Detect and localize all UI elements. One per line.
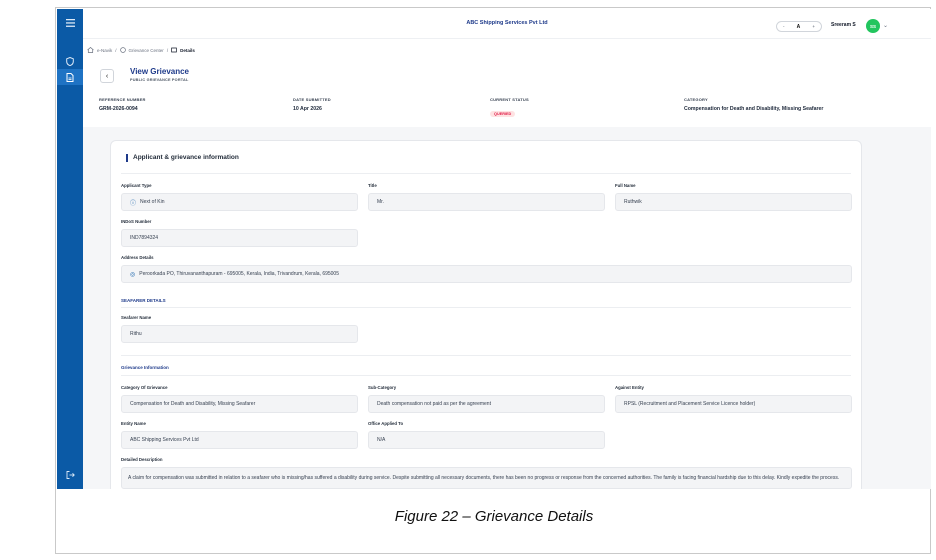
applicant-info-card: Applicant & grievance information Applic… xyxy=(110,140,862,489)
seafarer-name-label: Seafarer Name xyxy=(121,315,152,320)
reference-value: GRM-2026-0094 xyxy=(99,106,138,112)
office-label: Office Applied To xyxy=(368,421,404,426)
applicant-type-field: ⓘ Next of Kin xyxy=(121,193,358,211)
avatar[interactable]: SS xyxy=(866,19,880,33)
seafarer-name-field: Rithu xyxy=(121,325,358,343)
description-label: Detailed Description xyxy=(121,457,163,462)
divider xyxy=(121,375,851,376)
entity-name-label: Entity Name xyxy=(121,421,146,426)
breadcrumb-home[interactable]: e-Navik xyxy=(97,48,112,53)
divider xyxy=(121,173,851,174)
category-value: Compensation for Death and Disability, M… xyxy=(684,106,824,112)
category-label: CATEGORY xyxy=(684,97,708,102)
page-subtitle: PUBLIC GRIEVANCE PORTAL xyxy=(130,78,189,82)
status-summary: CURRENT STATUS QUERIED xyxy=(490,97,529,120)
font-size-control[interactable]: - A + xyxy=(776,21,822,32)
indos-field: IND7894324 xyxy=(121,229,358,247)
indos-label: INDoS Number xyxy=(121,219,152,224)
home-icon xyxy=(87,47,94,54)
seafarer-section-heading: SEAFARER DETAILS xyxy=(121,298,166,303)
description-field: A claim for compensation was submitted i… xyxy=(121,467,852,489)
back-button[interactable]: ‹ xyxy=(100,69,114,83)
menu-icon[interactable] xyxy=(57,15,83,31)
location-pin-icon: ◎ xyxy=(130,271,136,278)
breadcrumb-separator: / xyxy=(166,48,169,53)
document-icon[interactable] xyxy=(57,69,83,85)
full-name-field: Ruthwik xyxy=(615,193,852,211)
chevron-left-icon: ‹ xyxy=(105,72,109,80)
figure-caption: Figure 22 – Grievance Details xyxy=(394,508,594,525)
content-panel: Applicant & grievance information Applic… xyxy=(83,127,931,489)
font-increase-button[interactable]: + xyxy=(812,24,815,29)
against-entity-label: Against Entity xyxy=(615,385,644,390)
chevron-down-icon[interactable]: ⌄ xyxy=(883,22,888,29)
user-name[interactable]: Sreeram S xyxy=(831,22,856,28)
date-summary: DATE SUBMITTED 10 Apr 2026 xyxy=(293,97,331,112)
font-reset-button[interactable]: A xyxy=(797,24,801,30)
address-field: ◎ Peroorkada PO, Thiruvananthapuram - 69… xyxy=(121,265,852,283)
breadcrumb-current: Details xyxy=(180,48,195,53)
office-field: N/A xyxy=(368,431,605,449)
shield-icon[interactable] xyxy=(57,53,83,69)
title-field: Mr. xyxy=(368,193,605,211)
full-name-label: Full Name xyxy=(615,183,636,188)
date-value: 10 Apr 2026 xyxy=(293,106,322,112)
details-icon xyxy=(171,47,177,54)
info-icon: ⓘ xyxy=(130,200,137,207)
reference-label: REFERENCE NUMBER xyxy=(99,97,146,102)
font-decrease-button[interactable]: - xyxy=(783,24,785,29)
against-entity-field: RPSL (Recruitment and Placement Service … xyxy=(615,395,852,413)
entity-name-field: ABC Shipping Services Pvt Ltd xyxy=(121,431,358,449)
status-badge: QUERIED xyxy=(490,111,516,117)
subcategory-label: Sub-Category xyxy=(368,385,397,390)
breadcrumb: e-Navik / Grievance Center / Details xyxy=(87,47,195,54)
category-summary: CATEGORY Compensation for Death and Disa… xyxy=(684,97,823,112)
app-screenshot: ABC Shipping Services Pvt Ltd - A + Sree… xyxy=(57,9,931,489)
address-label: Address Details xyxy=(121,255,154,260)
breadcrumb-grievance-center[interactable]: Grievance Center xyxy=(129,48,164,53)
subcategory-field: Death compensation not paid as per the a… xyxy=(368,395,605,413)
date-label: DATE SUBMITTED xyxy=(293,97,331,102)
address-value: Peroorkada PO, Thiruvananthapuram - 6950… xyxy=(139,271,339,277)
applicant-type-value: Next of Kin xyxy=(140,199,165,205)
category-field: Compensation for Death and Disability, M… xyxy=(121,395,358,413)
figure-frame: ABC Shipping Services Pvt Ltd - A + Sree… xyxy=(55,7,931,554)
breadcrumb-separator: / xyxy=(115,48,117,53)
page-title: View Grievance xyxy=(130,67,189,76)
grievance-center-icon xyxy=(119,47,126,54)
card-title: Applicant & grievance information xyxy=(126,154,239,162)
category-label: Category Of Grievance xyxy=(121,385,168,390)
grievance-section-heading: Grievance Information xyxy=(121,365,169,370)
reference-summary: REFERENCE NUMBER GRM-2026-0094 xyxy=(99,97,146,112)
divider xyxy=(121,355,851,356)
top-bar: ABC Shipping Services Pvt Ltd - A + Sree… xyxy=(83,9,931,39)
logout-icon[interactable] xyxy=(57,467,83,483)
sidebar xyxy=(57,9,83,489)
divider xyxy=(121,307,851,308)
title-label: Title xyxy=(368,183,377,188)
applicant-type-label: Applicant Type xyxy=(121,183,152,188)
